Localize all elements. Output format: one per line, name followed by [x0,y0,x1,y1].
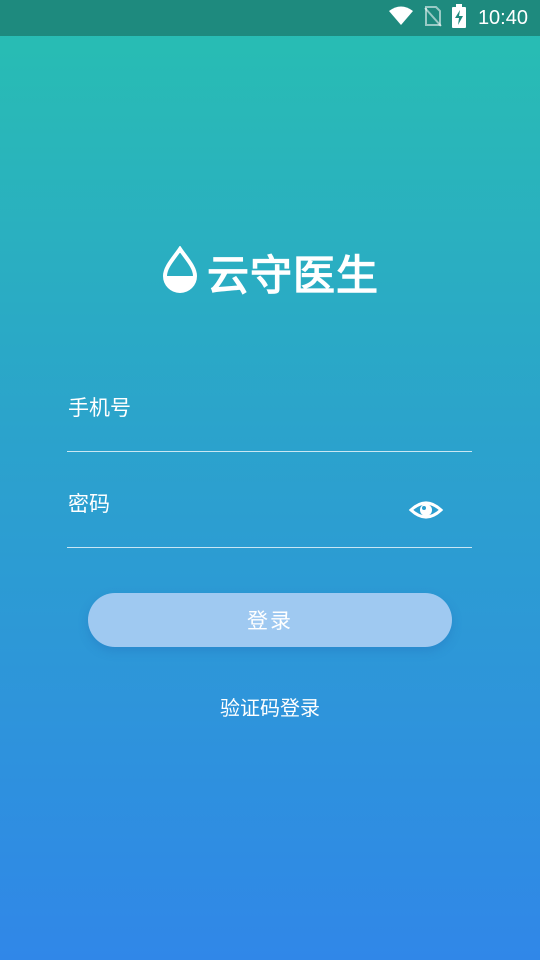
app-logo: 云守医生 [0,240,540,304]
status-icons: 10:40 [388,0,528,36]
status-time: 10:40 [477,6,528,29]
no-sim-icon [424,5,442,31]
password-input[interactable]: 密码 [68,488,110,518]
battery-charging-icon [451,4,466,32]
phone-input[interactable]: 手机号 [68,392,131,422]
phone-input-underline [67,451,472,452]
app-name: 云守医生 [206,250,379,300]
wifi-icon [388,5,414,31]
login-button[interactable]: 登录 [88,593,452,647]
status-bar: 10:40 [0,0,540,36]
password-input-underline [67,547,472,548]
water-drop-icon [161,245,199,298]
eye-icon[interactable] [408,494,444,526]
sms-login-link[interactable]: 验证码登录 [0,692,540,721]
